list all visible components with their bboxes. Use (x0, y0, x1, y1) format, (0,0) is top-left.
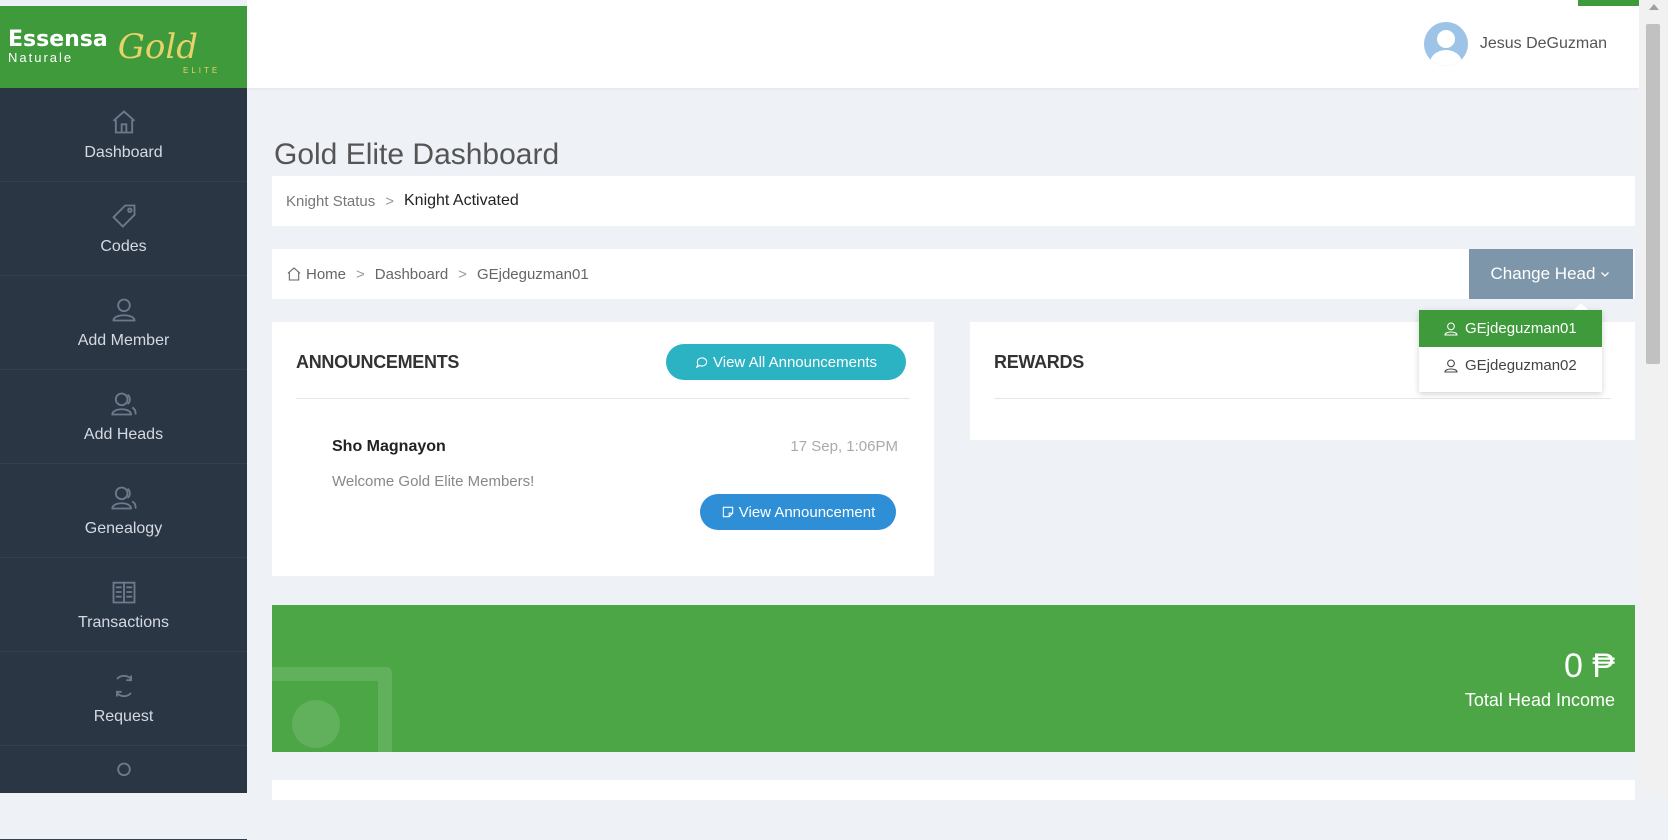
knight-status-value: Knight Activated (404, 192, 519, 209)
change-head-dropdown: GEjdeguzman01 GEjdeguzman02 (1419, 303, 1602, 392)
brand-logo[interactable]: Essensa Naturale Gold ELITE (0, 6, 247, 88)
income-amount: 0 ₱ (1563, 647, 1615, 685)
view-announcement-label: View Announcement (738, 503, 876, 521)
users-icon (110, 486, 137, 509)
sidebar-item-add-heads[interactable]: Add Heads (0, 370, 247, 464)
change-head-button[interactable]: Change Head (1469, 249, 1633, 299)
home-icon (287, 267, 301, 281)
next-panel (272, 780, 1635, 800)
tag-icon (111, 204, 135, 228)
sidebar-item-label: Dashboard (84, 143, 163, 161)
divider (296, 398, 910, 399)
chevron-right-icon: > (458, 265, 467, 283)
sidebar-item-label: Codes (100, 237, 147, 255)
top-bar: Jesus DeGuzman (247, 0, 1639, 88)
user-name: Jesus DeGuzman (1479, 35, 1607, 52)
scrollbar-thumb[interactable] (1646, 24, 1660, 364)
brand-name: Essensa (8, 26, 108, 52)
coin-icon (292, 700, 340, 748)
brand-gold: Gold (117, 27, 199, 67)
view-announcement-button[interactable]: View Announcement (700, 494, 896, 530)
income-label: Total Head Income (1464, 690, 1615, 710)
announcements-title: ANNOUNCEMENTS (296, 352, 460, 372)
sidebar-item-label: Transactions (78, 613, 169, 631)
sidebar-item-transactions[interactable]: Transactions (0, 558, 247, 652)
breadcrumb: Home > Dashboard > GEjdeguzman01 (272, 249, 1635, 299)
total-head-income-card: 0 ₱ Total Head Income (272, 605, 1635, 752)
user-icon (116, 762, 131, 777)
chevron-right-icon: > (356, 265, 365, 283)
chevron-right-icon: > (385, 192, 394, 210)
sidebar-item-label: Add Heads (83, 425, 164, 443)
rewards-title: REWARDS (994, 352, 1084, 372)
view-all-announcements-button[interactable]: View All Announcements (666, 344, 906, 380)
note-icon (722, 506, 733, 518)
brand-sub: Naturale (8, 49, 74, 65)
sidebar-item-label: Genealogy (84, 519, 163, 537)
home-icon (112, 109, 135, 133)
knight-status-label: Knight Status (286, 192, 376, 210)
sidebar-item-label: Add Member (77, 331, 170, 349)
sidebar-item-codes[interactable]: Codes (0, 182, 247, 276)
comment-icon (695, 357, 708, 369)
sidebar: Dashboard Codes Add Member Add Heads Gen… (0, 88, 247, 840)
knight-status-bar: Knight Status > Knight Activated (272, 176, 1635, 226)
user-menu[interactable]: Jesus DeGuzman (1423, 22, 1607, 66)
user-icon (112, 298, 135, 321)
divider (994, 398, 1611, 399)
dropdown-option-label: GEjdeguzman01 (1465, 320, 1577, 337)
refresh-icon (115, 674, 132, 697)
page-scrollbar[interactable] (1639, 0, 1668, 793)
change-head-label: Change Head (1490, 264, 1596, 283)
announcement-date: 17 Sep, 1:06PM (790, 438, 898, 455)
dropdown-option-head-2[interactable]: GEjdeguzman02 (1419, 347, 1602, 384)
breadcrumb-current: GEjdeguzman01 (476, 265, 589, 283)
user-icon (1444, 321, 1458, 336)
user-icon (1444, 358, 1458, 373)
breadcrumb-dashboard[interactable]: Dashboard (375, 266, 448, 283)
dropdown-option-head-1[interactable]: GEjdeguzman01 (1419, 310, 1602, 347)
users-icon (110, 392, 137, 415)
announcement-message: Welcome Gold Elite Members! (332, 473, 535, 490)
scroll-up-icon[interactable] (1649, 4, 1659, 10)
sidebar-item-genealogy[interactable]: Genealogy (0, 464, 247, 558)
breadcrumb-home[interactable]: Home (306, 266, 346, 283)
sidebar-item-request[interactable]: Request (0, 652, 247, 746)
sidebar-item-label: Request (93, 707, 154, 725)
avatar (1423, 22, 1468, 66)
dropdown-option-label: GEjdeguzman02 (1465, 357, 1577, 374)
page-title: Gold Elite Dashboard (274, 138, 560, 172)
announcement-author: Sho Magnayon (332, 438, 446, 455)
brand-elite: ELITE (183, 66, 221, 75)
sidebar-item-add-member[interactable]: Add Member (0, 276, 247, 370)
chevron-down-icon (1601, 272, 1610, 277)
announcements-panel: ANNOUNCEMENTS View All Announcements Sho… (272, 322, 934, 576)
view-all-label: View All Announcements (713, 353, 877, 371)
book-icon (112, 581, 135, 603)
sidebar-item-more[interactable] (0, 746, 247, 840)
sidebar-item-dashboard[interactable]: Dashboard (0, 88, 247, 182)
